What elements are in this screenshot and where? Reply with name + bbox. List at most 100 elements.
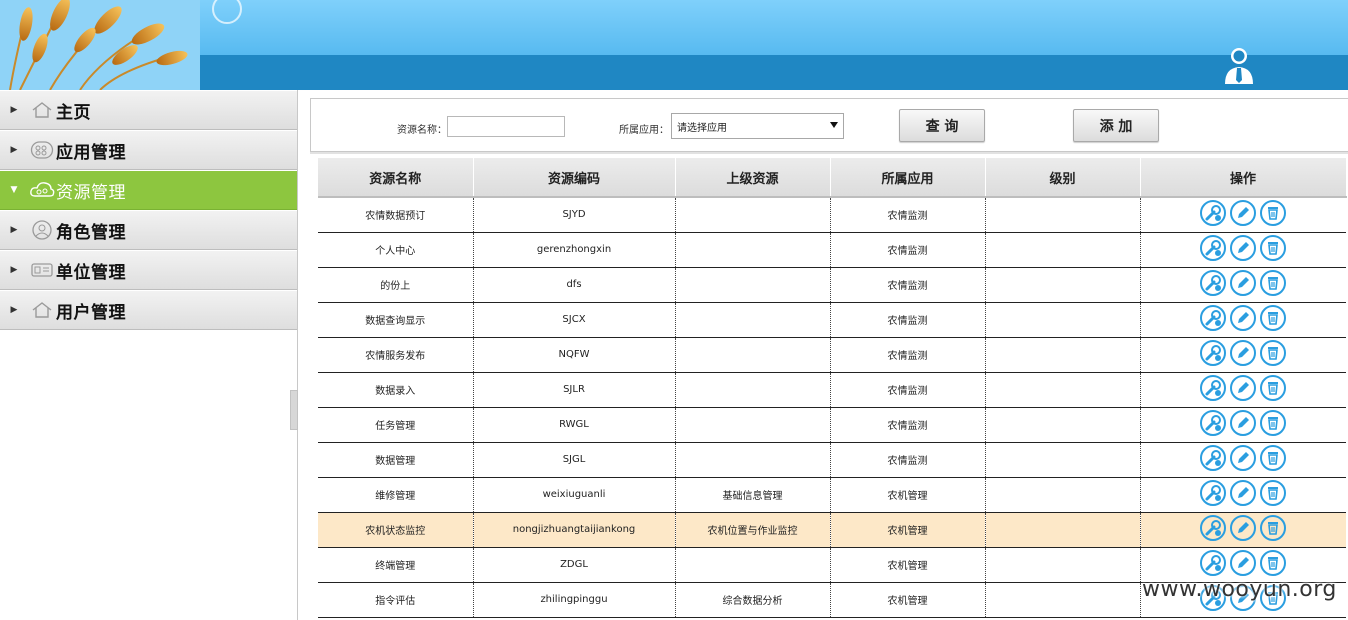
table-row[interactable]: 任务管理 RWGL 农情监测	[318, 407, 1346, 443]
delete-trash-icon[interactable]	[1260, 375, 1287, 404]
sidebar-item-label: 主页	[56, 102, 91, 123]
add-button[interactable]: 添 加	[1073, 109, 1159, 142]
cell-name: 农情服务发布	[318, 337, 474, 373]
sidebar-collapse-handle[interactable]	[290, 390, 298, 430]
table-header-row: 资源名称 资源编码 上级资源 所属应用 级别 操作	[318, 158, 1347, 198]
cell-actions	[1140, 407, 1346, 443]
delete-trash-icon[interactable]	[1260, 200, 1287, 229]
sidebar-item-apps[interactable]: ▶ 应用管理	[0, 130, 297, 170]
row-actions	[1143, 235, 1345, 264]
divider	[310, 152, 1348, 154]
delete-trash-icon[interactable]	[1260, 550, 1287, 579]
table-row[interactable]: 数据查询显示 SJCX 农情监测	[318, 302, 1346, 338]
cell-name: 农机状态监控	[318, 512, 474, 548]
column-header[interactable]: 上级资源	[675, 158, 831, 198]
delete-trash-icon[interactable]	[1260, 305, 1287, 334]
row-actions	[1143, 445, 1345, 474]
cell-actions	[1140, 232, 1346, 268]
settings-wrench-icon[interactable]	[1200, 270, 1227, 299]
cell-level	[985, 337, 1141, 373]
delete-trash-icon[interactable]	[1260, 340, 1287, 369]
sidebar-item-users[interactable]: ▶ 用户管理	[0, 290, 297, 330]
resource-name-input[interactable]	[447, 116, 565, 137]
sidebar-item-home[interactable]: ▶ 主页	[0, 90, 297, 130]
cell-parent	[675, 372, 831, 408]
settings-wrench-icon[interactable]	[1200, 200, 1227, 229]
column-header[interactable]: 资源名称	[318, 158, 474, 198]
cell-level	[985, 582, 1141, 618]
table-body: 农情数据预订 SJYD 农情监测 个人中心 gerenzhongxin 农情监测 的份上 df…	[318, 197, 1346, 618]
resource-table: 资源名称 资源编码 上级资源 所属应用 级别 操作 农情数据预订 SJYD 农情监测…	[318, 158, 1347, 618]
delete-trash-icon[interactable]	[1260, 515, 1287, 544]
app-grid-icon	[28, 139, 56, 161]
row-actions	[1143, 515, 1345, 544]
row-actions	[1143, 305, 1345, 334]
sidebar-item-units[interactable]: ▶ 单位管理	[0, 250, 297, 290]
resource-name-label: 资源名称：	[397, 125, 447, 136]
table-row[interactable]: 数据管理 SJGL 农情监测	[318, 442, 1346, 478]
settings-wrench-icon[interactable]	[1200, 550, 1227, 579]
settings-wrench-icon[interactable]	[1200, 410, 1227, 439]
edit-pencil-icon[interactable]	[1230, 480, 1257, 509]
delete-trash-icon[interactable]	[1260, 480, 1287, 509]
row-actions	[1143, 340, 1345, 369]
table-row[interactable]: 农情服务发布 NQFW 农情监测	[318, 337, 1346, 373]
cell-actions	[1140, 197, 1346, 233]
column-header[interactable]: 资源编码	[473, 158, 676, 198]
cell-name: 的份上	[318, 267, 474, 303]
table-row[interactable]: 个人中心 gerenzhongxin 农情监测	[318, 232, 1346, 268]
home-icon	[28, 99, 56, 121]
edit-pencil-icon[interactable]	[1230, 375, 1257, 404]
edit-pencil-icon[interactable]	[1230, 340, 1257, 369]
edit-pencil-icon[interactable]	[1230, 550, 1257, 579]
settings-wrench-icon[interactable]	[1200, 480, 1227, 509]
column-header[interactable]: 所属应用	[830, 158, 986, 198]
table-row[interactable]: 农机状态监控 nongjizhuangtaijiankong 农机位置与作业监控 农机…	[318, 512, 1346, 548]
app-select-label: 所属应用：	[619, 125, 669, 136]
edit-pencil-icon[interactable]	[1230, 410, 1257, 439]
caret-right-icon: ▶	[10, 305, 18, 315]
sidebar-item-roles[interactable]: ▶ 角色管理	[0, 210, 297, 250]
app-select[interactable]: 请选择应用	[671, 113, 844, 139]
cell-app: 农情监测	[830, 337, 986, 373]
table-row[interactable]: 维修管理 weixiuguanli 基础信息管理 农机管理	[318, 477, 1346, 513]
edit-pencil-icon[interactable]	[1230, 270, 1257, 299]
query-button[interactable]: 查 询	[899, 109, 985, 142]
settings-wrench-icon[interactable]	[1200, 235, 1227, 264]
cell-parent	[675, 302, 831, 338]
user-avatar-icon[interactable]	[1222, 46, 1256, 84]
table-row[interactable]: 数据录入 SJLR 农情监测	[318, 372, 1346, 408]
caret-down-icon: ▼	[10, 185, 18, 195]
edit-pencil-icon[interactable]	[1230, 305, 1257, 334]
table-row[interactable]: 农情数据预订 SJYD 农情监测	[318, 197, 1346, 233]
delete-trash-icon[interactable]	[1260, 235, 1287, 264]
settings-wrench-icon[interactable]	[1200, 515, 1227, 544]
table-row[interactable]: 的份上 dfs 农情监测	[318, 267, 1346, 303]
settings-wrench-icon[interactable]	[1200, 375, 1227, 404]
edit-pencil-icon[interactable]	[1230, 235, 1257, 264]
row-actions	[1143, 410, 1345, 439]
delete-trash-icon[interactable]	[1260, 445, 1287, 474]
sidebar-item-resources[interactable]: ▼ 资源管理	[0, 170, 297, 210]
cell-code: SJCX	[473, 302, 676, 338]
delete-trash-icon[interactable]	[1260, 270, 1287, 299]
resource-table-container: 资源名称 资源编码 上级资源 所属应用 级别 操作 农情数据预订 SJYD 农情监测…	[318, 158, 1347, 618]
edit-pencil-icon[interactable]	[1230, 445, 1257, 474]
column-header[interactable]: 级别	[985, 158, 1141, 198]
cell-level	[985, 407, 1141, 443]
cell-parent	[675, 547, 831, 583]
cell-parent	[675, 232, 831, 268]
row-actions	[1143, 375, 1345, 404]
settings-wrench-icon[interactable]	[1200, 340, 1227, 369]
edit-pencil-icon[interactable]	[1230, 515, 1257, 544]
app-header	[0, 0, 1348, 90]
settings-wrench-icon[interactable]	[1200, 305, 1227, 334]
cell-app: 农情监测	[830, 232, 986, 268]
cell-app: 农情监测	[830, 267, 986, 303]
delete-trash-icon[interactable]	[1260, 410, 1287, 439]
cell-app: 农机管理	[830, 547, 986, 583]
settings-wrench-icon[interactable]	[1200, 445, 1227, 474]
cell-level	[985, 477, 1141, 513]
edit-pencil-icon[interactable]	[1230, 200, 1257, 229]
home-icon	[28, 299, 56, 321]
